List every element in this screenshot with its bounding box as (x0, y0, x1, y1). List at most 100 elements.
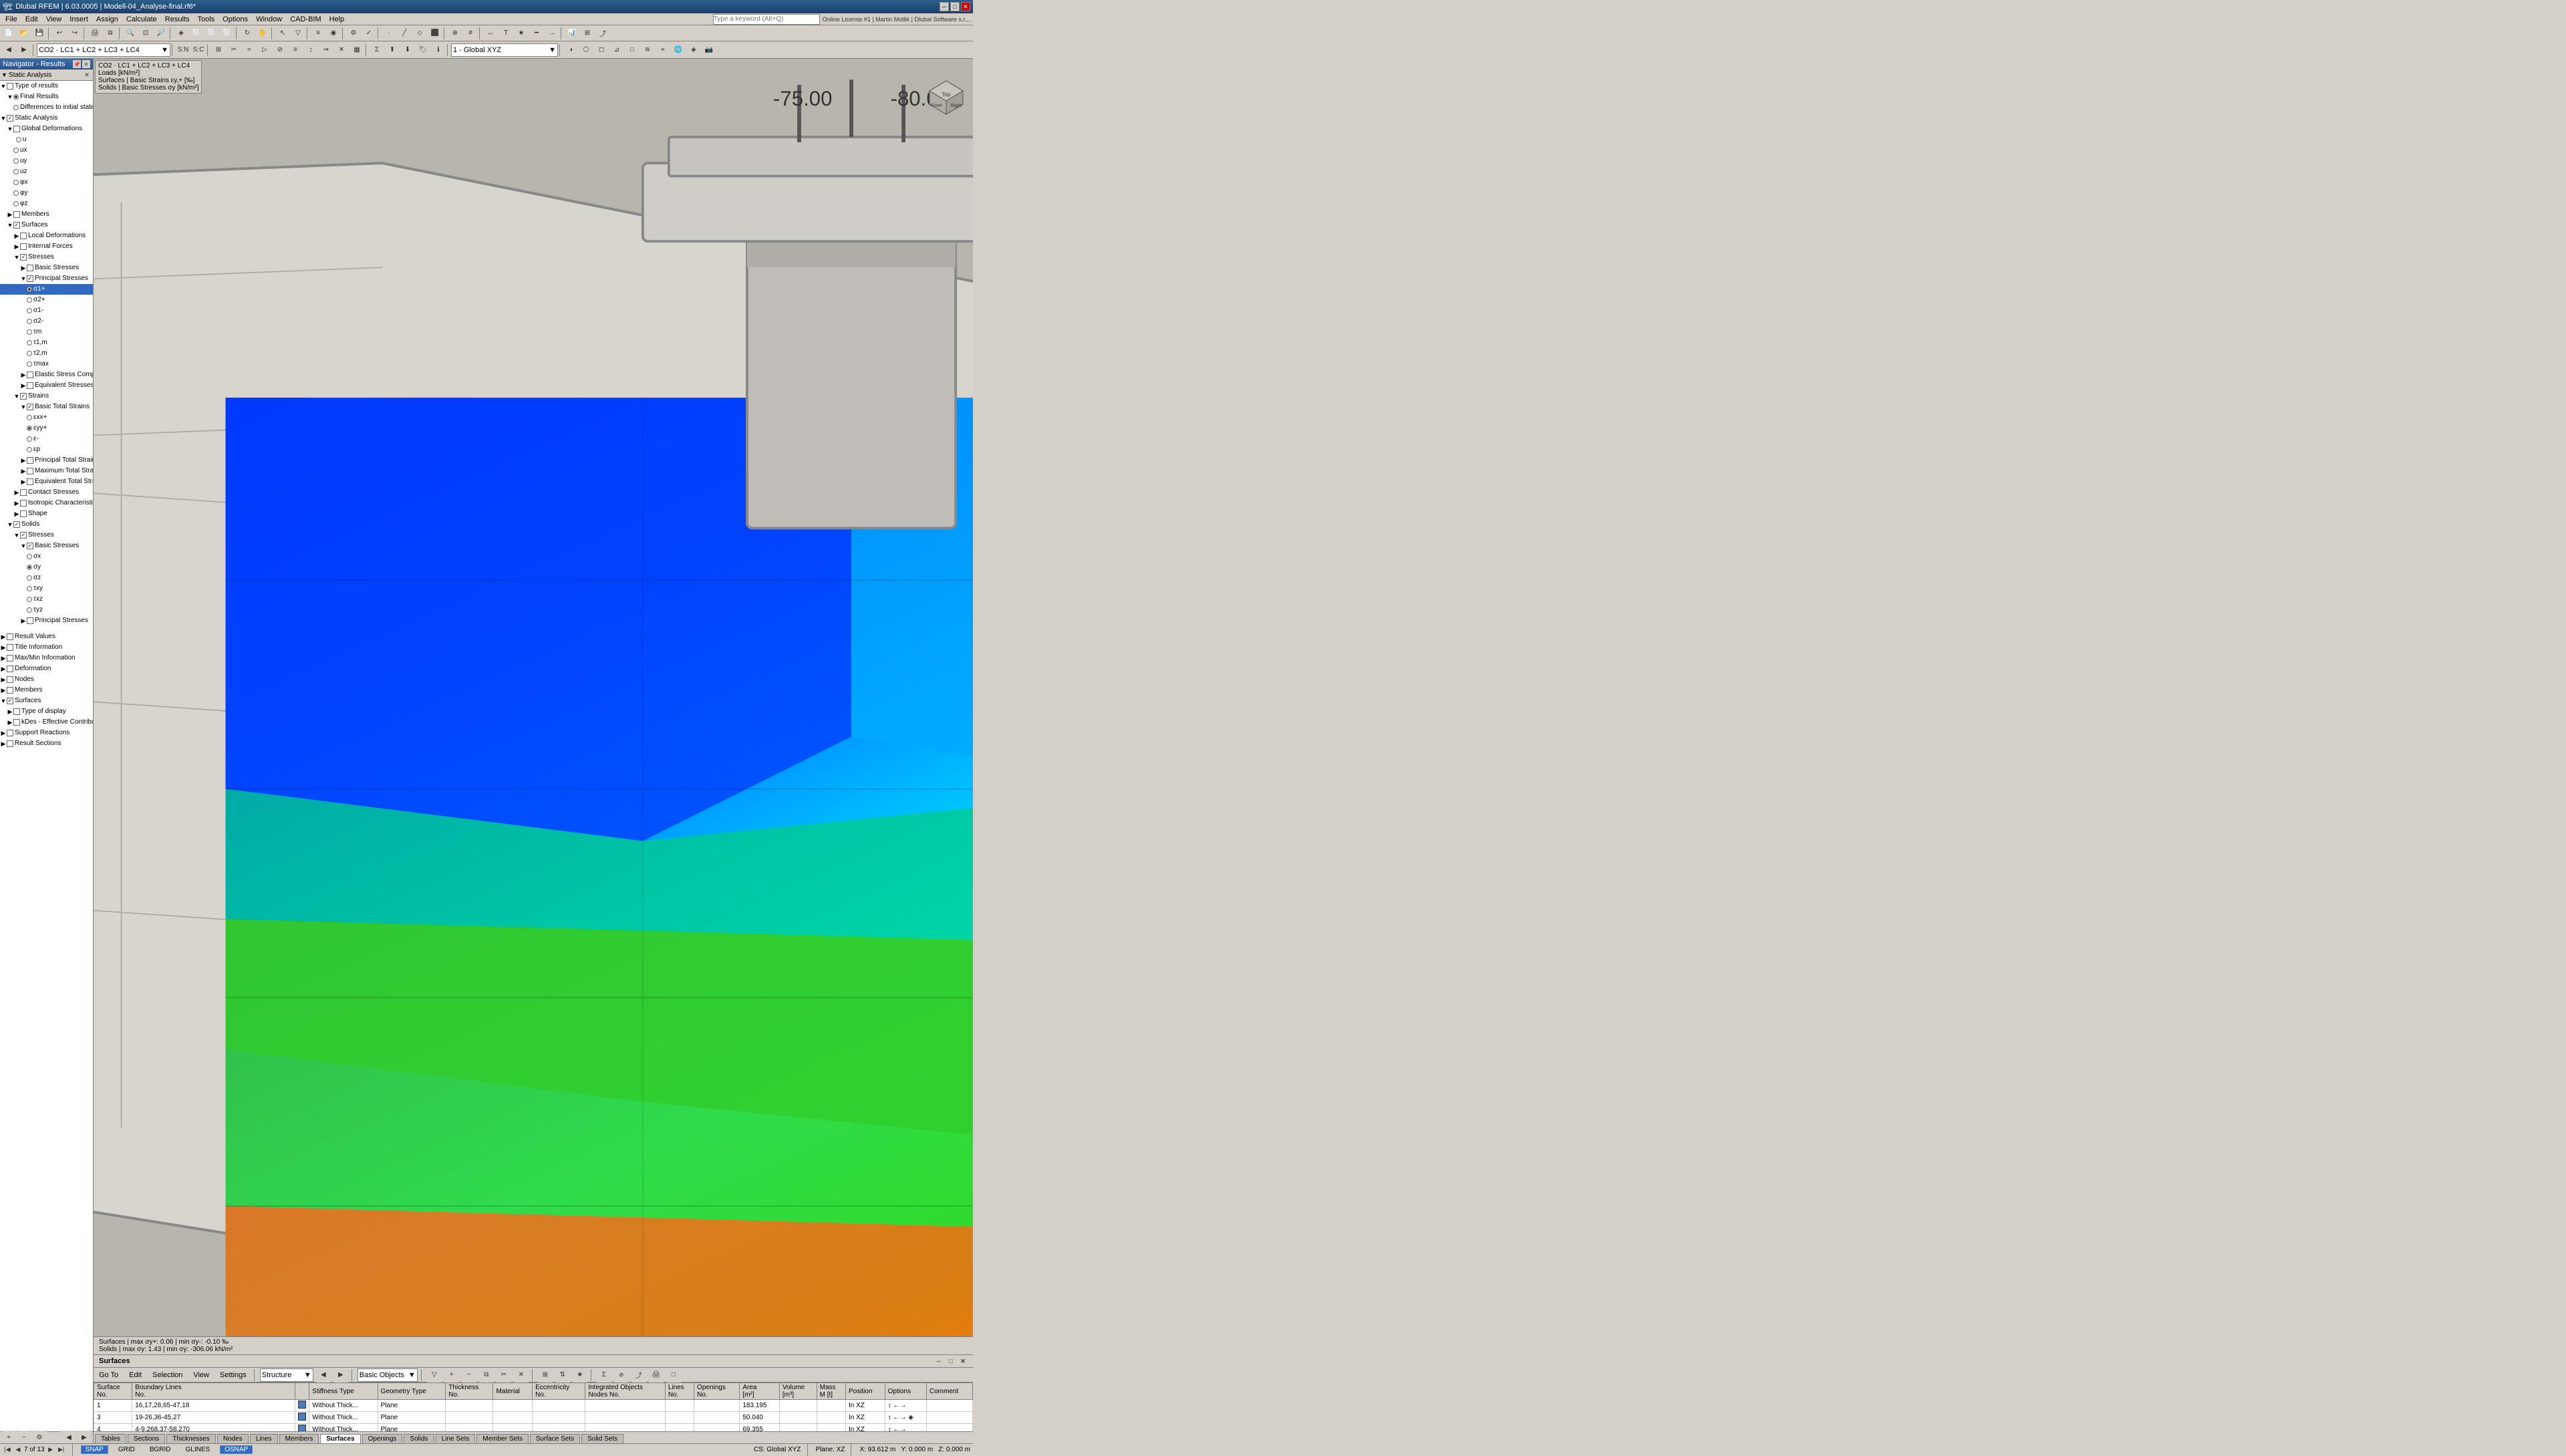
radio-sy[interactable] (27, 565, 32, 570)
tree-sy[interactable]: σy (0, 562, 93, 573)
tree-principal-stresses-solids[interactable]: ▶ Principal Stresses (0, 615, 93, 626)
print-table-button[interactable]: 🖨 (649, 1368, 664, 1382)
col-options[interactable]: Options (885, 1383, 926, 1400)
col-geometry-type[interactable]: Geometry Type (378, 1383, 446, 1400)
section-button[interactable]: ✂ (227, 43, 241, 57)
line-button[interactable]: ╱ (397, 26, 412, 41)
tree-basic-stresses-solids[interactable]: ▼ ✓ Basic Stresses (0, 541, 93, 551)
print-button[interactable]: 🖨 (88, 26, 102, 41)
tree-solids[interactable]: ▼ ✓ Solids (0, 519, 93, 530)
tree-maxmin-info[interactable]: ▶ Max/Min Information (0, 653, 93, 664)
osnap-button[interactable]: OSNAP (220, 1445, 253, 1454)
checkbox-mt[interactable] (27, 468, 33, 474)
checkbox-surf[interactable]: ✓ (7, 698, 13, 704)
tree-s1plus[interactable]: σ1+ (0, 284, 93, 295)
last-page-button[interactable]: ▶| (57, 1445, 66, 1455)
tree-stresses-solids[interactable]: ▼ ✓ Stresses (0, 530, 93, 541)
tab-surface-sets[interactable]: Surface Sets (530, 1434, 580, 1443)
checkbox-basic-stress[interactable] (27, 265, 33, 271)
surfaces-close-button[interactable]: ─ (934, 1356, 944, 1366)
delete-row-button[interactable]: − (462, 1368, 476, 1382)
copy-row-button[interactable]: ⧉ (479, 1368, 494, 1382)
tab-line-sets[interactable]: Line Sets (436, 1434, 476, 1443)
menu-view[interactable]: View (42, 15, 66, 24)
checkbox-nodes[interactable] (7, 676, 13, 683)
tree-phix[interactable]: φx (0, 177, 93, 188)
selection-menu[interactable]: Selection (148, 1370, 186, 1380)
wireframe-button[interactable]: ⬡ (579, 43, 593, 57)
sum-table-button[interactable]: Σ (597, 1368, 611, 1382)
radio-em[interactable] (27, 436, 32, 442)
contour-button[interactable]: ⊘ (273, 43, 287, 57)
surfaces-close-x-button[interactable]: ✕ (958, 1356, 968, 1366)
checkbox-ss[interactable]: ✓ (20, 532, 27, 539)
tree-deformation-nav[interactable]: ▶ Deformation (0, 664, 93, 674)
menu-tools[interactable]: Tools (193, 15, 219, 24)
col-eccentricity[interactable]: EccentricityNo. (533, 1383, 585, 1400)
prev-page-btn[interactable]: ◀ (13, 1445, 23, 1455)
view-dropdown[interactable]: 1 - Global XYZ ▼ (451, 43, 558, 57)
tab-surfaces[interactable]: Surfaces (320, 1434, 360, 1443)
tree-diff-initial[interactable]: Differences to initial state (0, 102, 93, 113)
radio-txy[interactable] (27, 586, 32, 591)
tree-txy[interactable]: τxy (0, 583, 93, 594)
dimension-button[interactable]: ↔ (483, 26, 498, 41)
close-button[interactable]: ✕ (961, 2, 970, 11)
tree-global-deformations[interactable]: ▼ Global Deformations (0, 124, 93, 134)
menu-results[interactable]: Results (161, 15, 194, 24)
radio-ep[interactable] (27, 447, 32, 452)
tree-basic-stresses[interactable]: ▶ Basic Stresses (0, 263, 93, 273)
radio-s2minus[interactable] (27, 319, 32, 324)
redo-button[interactable]: ↪ (67, 26, 82, 41)
line-draw-button[interactable]: ━ (529, 26, 544, 41)
render2-button[interactable]: ◈ (686, 43, 701, 57)
col-thickness[interactable]: ThicknessNo. (446, 1383, 493, 1400)
next-page-btn[interactable]: ▶ (46, 1445, 55, 1455)
tree-equivalent-stress[interactable]: ▶ Equivalent Stresses (0, 380, 93, 391)
bgrid-button[interactable]: BGRID (145, 1445, 176, 1454)
tab-solids[interactable]: Solids (404, 1434, 434, 1443)
tree-phiy[interactable]: φy (0, 188, 93, 198)
checkbox-static[interactable]: ✓ (7, 115, 13, 122)
tree-equivalent-total[interactable]: ▶ Equivalent Total Strains (0, 476, 93, 487)
tree-uy[interactable]: uy (0, 156, 93, 166)
menu-help[interactable]: Help (325, 15, 349, 24)
structure-dropdown[interactable]: Structure ▼ (260, 1368, 313, 1382)
tree-members[interactable]: ▶ Members (0, 209, 93, 220)
tree-tm[interactable]: τm (0, 327, 93, 337)
nav-expand-button[interactable]: ✕ (82, 70, 92, 80)
sc-button[interactable]: S:C (191, 43, 206, 57)
tree-principal-total[interactable]: ▶ Principal Total Strains (0, 455, 93, 466)
checkbox-local-def[interactable] (20, 233, 27, 239)
min-button[interactable]: ⬇ (400, 43, 415, 57)
tree-result-sections[interactable]: ▶ Result Sections (0, 738, 93, 749)
label-button[interactable]: 🏷 (416, 43, 430, 57)
menu-file[interactable]: File (1, 15, 21, 24)
tree-shape[interactable]: ▶ Shape (0, 508, 93, 519)
results-button[interactable]: ≡ (311, 26, 325, 41)
export-button[interactable]: ⤴ (595, 26, 610, 41)
mode-button[interactable]: ⊞ (211, 43, 226, 57)
column-settings-button[interactable]: ⊞ (538, 1368, 553, 1382)
sn-button[interactable]: S:N (176, 43, 190, 57)
tree-s1minus[interactable]: σ1- (0, 305, 93, 316)
tree-txz[interactable]: τxz (0, 594, 93, 605)
nav-remove-button[interactable]: − (17, 1431, 31, 1444)
vectors-button[interactable]: ⇒ (319, 43, 333, 57)
checkbox-members[interactable] (13, 211, 20, 218)
tab-member-sets[interactable]: Member Sets (476, 1434, 528, 1443)
radio-sz[interactable] (27, 575, 32, 581)
radio-final-results[interactable] (13, 94, 19, 100)
close-table-button[interactable]: ✕ (514, 1368, 529, 1382)
tree-result-values[interactable]: ▶ Result Values (0, 631, 93, 642)
grid-button[interactable]: # (463, 26, 478, 41)
nav-close-button[interactable]: ✕ (82, 60, 90, 68)
menu-insert[interactable]: Insert (65, 15, 92, 24)
checkbox-principal[interactable]: ✓ (27, 275, 33, 282)
col-openings[interactable]: OpeningsNo. (694, 1383, 740, 1400)
checkbox-kdes[interactable] (13, 719, 20, 726)
save-button[interactable]: 💾 (32, 26, 47, 41)
radio-tmax[interactable] (27, 361, 32, 367)
tree-final-results[interactable]: ▼ Final Results (0, 92, 93, 102)
col-surface-no[interactable]: SurfaceNo. (94, 1383, 132, 1400)
